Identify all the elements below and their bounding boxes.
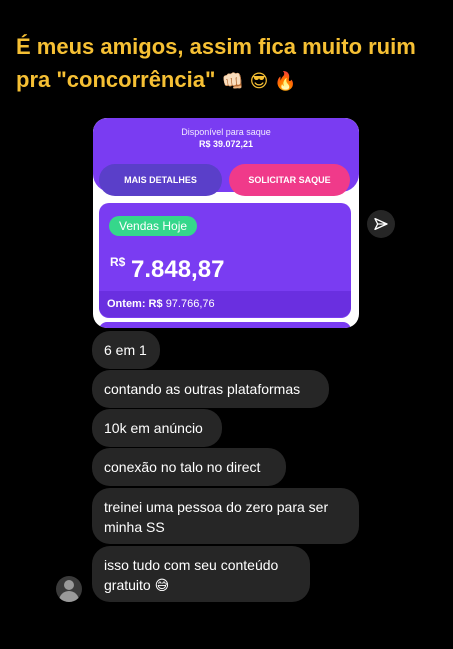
sales-today-badge: Vendas Hoje	[109, 216, 198, 236]
details-button[interactable]: MAIS DETALHES	[99, 164, 222, 196]
available-label: Disponível para saque	[181, 127, 271, 137]
available-value: R$ 39.072,21	[198, 139, 254, 149]
next-card-edge	[99, 322, 351, 328]
yesterday-value: 97.766,76	[165, 298, 215, 310]
yesterday-sales: Ontem: R$ 97.766,76	[107, 298, 215, 310]
withdraw-button[interactable]: SOLICITAR SAQUE	[229, 164, 350, 196]
sales-currency: R$	[110, 255, 126, 269]
avatar[interactable]	[56, 576, 82, 602]
sales-today-value: 7.848,87	[131, 256, 225, 283]
headline-text: É meus amigos, assim fica muito ruim pra…	[16, 34, 416, 92]
yesterday-label: Ontem: R$	[107, 298, 163, 310]
headline-emojis: 👊🏻 😎 🔥	[221, 71, 297, 92]
avatar-shoulders	[59, 591, 79, 602]
message-bubble[interactable]: 10k em anúncio	[92, 409, 222, 447]
message-bubble[interactable]: contando as outras plataformas	[92, 370, 329, 408]
send-icon[interactable]	[367, 210, 395, 238]
message-bubble[interactable]: isso tudo com seu conteúdo gratuito 😅	[92, 546, 310, 602]
message-bubble[interactable]: treinei uma pessoa do zero para ser minh…	[92, 488, 359, 544]
shared-screenshot[interactable]: Disponível para saque R$ 39.072,21 MAIS …	[93, 118, 359, 328]
headline: É meus amigos, assim fica muito ruim pra…	[16, 30, 446, 98]
send-icon-glyph	[374, 218, 388, 230]
avatar-head	[64, 580, 74, 590]
message-bubble[interactable]: conexão no talo no direct	[92, 448, 286, 486]
sales-today-card: Vendas Hoje R$ 7.848,87 Ontem: R$ 97.766…	[99, 203, 351, 318]
message-bubble[interactable]: 6 em 1	[92, 331, 160, 369]
yesterday-bar: Ontem: R$ 97.766,76	[99, 291, 351, 317]
